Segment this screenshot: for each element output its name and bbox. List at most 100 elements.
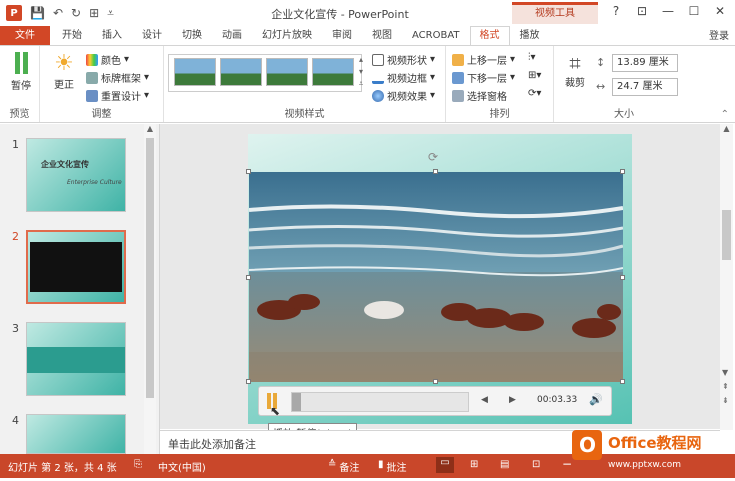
send-backward-label: 下移一层 (467, 74, 507, 85)
crop-icon: ⌗ (569, 51, 581, 75)
bring-forward-button[interactable]: 上移一层 ▾ (452, 52, 515, 67)
spellcheck-icon[interactable]: ⎘ (134, 459, 142, 470)
video-style-thumb[interactable] (174, 58, 216, 86)
align-icon[interactable]: ⫶▾ (528, 52, 536, 63)
preview-group: 暂停 预览 (0, 46, 40, 122)
thumbnails-scrollbar[interactable]: ▲ (144, 124, 156, 454)
tab-design[interactable]: 设计 (132, 26, 172, 46)
tab-view[interactable]: 视图 (362, 26, 402, 46)
tab-acrobat[interactable]: ACROBAT (402, 26, 470, 46)
reset-design-button[interactable]: 重置设计 ▾ (86, 88, 149, 103)
video-shape-button[interactable]: 视频形状 ▾ (372, 52, 435, 67)
adjust-group-label: 调整 (91, 109, 112, 120)
poster-frame-icon (86, 71, 98, 84)
arrange-group: 上移一层 ▾ 下移一层 ▾ 选择窗格 ⫶▾ ⊞▾ ⟳▾ 排列 (446, 46, 554, 122)
scroll-thumb[interactable] (146, 138, 154, 398)
time-display: 00:03.33 (537, 395, 578, 405)
comments-label: 批注 (386, 463, 407, 474)
ribbon-tabs: 文件 开始 插入 设计 切换 动画 幻灯片放映 审阅 视图 ACROBAT 格式… (0, 26, 735, 46)
notes-button[interactable]: ≙ 备注 (328, 459, 359, 474)
notes-icon: ≙ (328, 459, 337, 470)
color-button[interactable]: 颜色 ▾ (86, 52, 129, 67)
tab-animations[interactable]: 动画 (212, 26, 252, 46)
sun-icon: ☀ (54, 51, 74, 76)
login-link[interactable]: 登录 (709, 27, 729, 42)
ribbon-display-icon[interactable]: ⊡ (631, 4, 653, 18)
minimize-button[interactable]: — (657, 4, 679, 18)
chevron-down-icon: ▾ (124, 54, 130, 65)
save-icon[interactable]: 💾 (30, 6, 45, 20)
powerpoint-logo-icon: P (6, 5, 22, 21)
tab-playback[interactable]: 播放 (510, 26, 550, 46)
bring-forward-label: 上移一层 (467, 56, 507, 67)
tab-file[interactable]: 文件 (0, 26, 50, 46)
size-group-label: 大小 (614, 109, 634, 120)
undo-icon[interactable]: ↶ (53, 6, 63, 20)
tab-format[interactable]: 格式 (469, 26, 510, 46)
slide-thumbnail-1[interactable]: 企业文化宣传 Enterprise Culture (26, 138, 126, 212)
watermark-brand: Office教程网 (608, 434, 702, 452)
slide-thumbnail-4[interactable] (26, 414, 126, 454)
chevron-down-icon: ▾ (430, 90, 436, 101)
slide-1-subtitle: Enterprise Culture (67, 179, 122, 186)
video-effects-button[interactable]: 视频效果 ▾ (372, 88, 435, 103)
video-shape-label: 视频形状 (387, 56, 427, 67)
chevron-down-icon: ▾ (430, 72, 436, 83)
reset-design-icon (86, 89, 98, 102)
slideshow-icon[interactable]: ⊡ (532, 459, 540, 470)
send-backward-button[interactable]: 下移一层 ▾ (452, 70, 515, 85)
slide-thumbnail-2[interactable] (26, 230, 126, 304)
pause-button[interactable]: 暂停 (6, 52, 36, 92)
chevron-down-icon: ▾ (430, 54, 436, 65)
tab-review[interactable]: 审阅 (322, 26, 362, 46)
video-style-thumb[interactable] (312, 58, 354, 86)
width-input[interactable]: 24.7 厘米 (612, 78, 678, 96)
gallery-scroll-icon[interactable]: ▴ ▾ ⩡ (356, 54, 366, 92)
rotate-icon[interactable]: ⟳▾ (528, 88, 541, 99)
tab-transitions[interactable]: 切换 (172, 26, 212, 46)
step-forward-icon[interactable]: ▶ (509, 395, 516, 405)
close-button[interactable]: ✕ (709, 4, 731, 18)
poster-frame-label: 标牌框架 (101, 74, 141, 85)
slide-sorter-icon[interactable]: ⊞ (470, 459, 478, 470)
collapse-ribbon-icon[interactable]: ⌃ (721, 109, 729, 120)
help-icon[interactable]: ? (605, 4, 627, 18)
normal-view-icon[interactable]: ▭ (436, 457, 454, 473)
slide-number: 3 (12, 322, 19, 335)
maximize-button[interactable]: ☐ (683, 4, 705, 18)
customize-qat-icon[interactable]: ⩡ (107, 6, 114, 21)
rotate-handle-icon[interactable]: ⟳ (428, 150, 438, 164)
tab-insert[interactable]: 插入 (92, 26, 132, 46)
comments-button[interactable]: ▮ 批注 (378, 459, 407, 474)
notes-placeholder: 单击此处添加备注 (168, 438, 256, 451)
next-slide-icon[interactable]: ⇟ (722, 396, 729, 405)
height-input[interactable]: 13.89 厘米 (612, 54, 678, 72)
poster-frame-button[interactable]: 标牌框架 ▾ (86, 70, 149, 85)
corrections-button[interactable]: ☀ 更正 (48, 51, 80, 92)
start-from-beginning-icon[interactable]: ⊞ (89, 6, 99, 20)
slide-thumbnail-3[interactable] (26, 322, 126, 396)
video-style-thumb[interactable] (266, 58, 308, 86)
step-back-icon[interactable]: ◀ (481, 395, 488, 405)
prev-slide-icon[interactable]: ⇞ (722, 382, 729, 391)
language-indicator[interactable]: 中文(中国) (158, 459, 206, 474)
group-icon[interactable]: ⊞▾ (528, 70, 541, 81)
crop-button[interactable]: ⌗ 裁剪 (560, 52, 590, 89)
reading-view-icon[interactable]: ▤ (500, 459, 509, 470)
tab-home[interactable]: 开始 (52, 26, 92, 46)
title-bar: P 💾 ↶ ↻ ⊞ ⩡ 企业文化宣传 - PowerPoint 视频工具 ? ⊡… (0, 0, 735, 26)
video-object[interactable] (249, 172, 623, 382)
video-frame (249, 172, 623, 382)
seek-bar[interactable] (291, 392, 469, 412)
tab-slideshow[interactable]: 幻灯片放映 (252, 26, 322, 46)
width-icon: ↔ (596, 80, 606, 93)
chevron-down-icon: ▾ (144, 72, 150, 83)
selection-pane-button[interactable]: 选择窗格 (452, 88, 507, 103)
video-style-thumb[interactable] (220, 58, 262, 86)
editor-scrollbar[interactable]: ▲ ▼ ⇞ ⇟ (720, 124, 733, 430)
redo-icon[interactable]: ↻ (71, 6, 81, 20)
scroll-thumb[interactable] (722, 210, 731, 260)
video-border-button[interactable]: 视频边框 ▾ (372, 70, 435, 85)
volume-icon[interactable]: 🔊 (589, 393, 603, 406)
chevron-down-icon: ▾ (144, 90, 150, 101)
